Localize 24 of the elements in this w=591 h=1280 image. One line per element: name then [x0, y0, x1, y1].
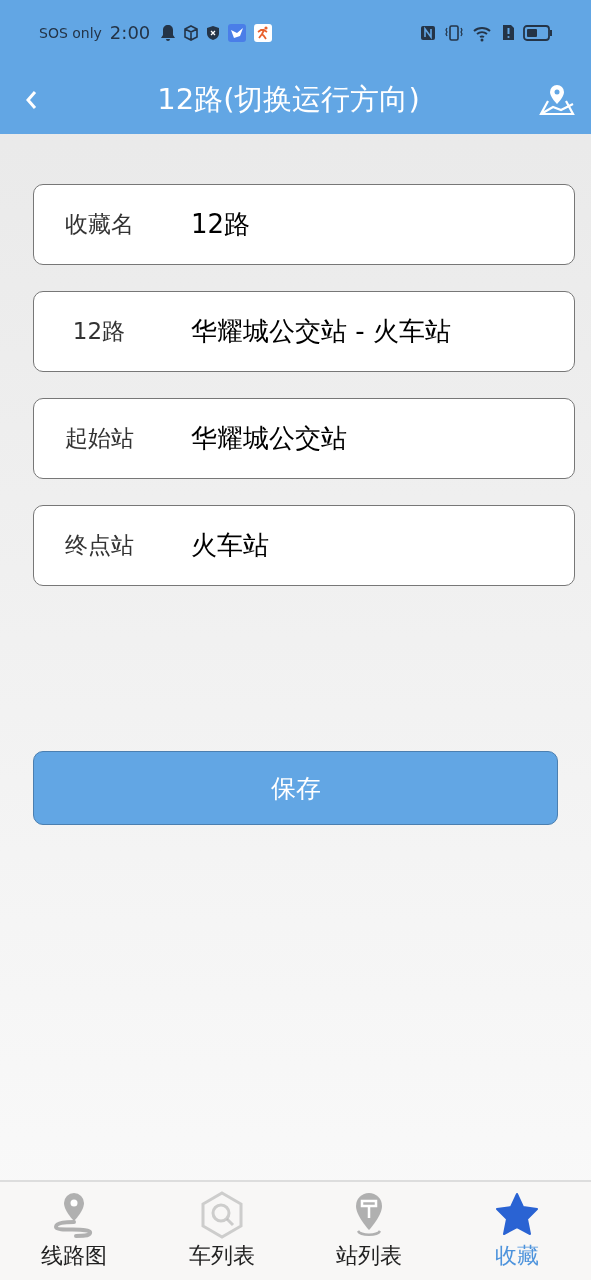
clock: 2:00 — [109, 22, 151, 43]
nfc-icon — [420, 24, 436, 41]
carrier-text: SOS only — [39, 24, 102, 41]
tab[interactable]: 站列表 — [295, 1182, 444, 1280]
field-label: 收藏名 — [63, 210, 135, 239]
bell-icon — [160, 23, 177, 42]
map-pin-icon — [539, 82, 575, 117]
shield-icon — [206, 24, 221, 41]
bird-app-icon — [228, 23, 247, 42]
field-label: 12路 — [71, 317, 127, 346]
field-value: 火车站 — [191, 529, 269, 562]
field-value: 华耀城公交站 — [191, 422, 347, 455]
field-label: 起始站 — [63, 424, 135, 453]
tab[interactable]: 线路图 — [0, 1182, 148, 1280]
runner-app-icon — [254, 23, 273, 42]
field-value: 华耀城公交站 - 火车站 — [191, 315, 451, 348]
vibrate-icon — [444, 23, 464, 42]
name-input[interactable]: 12路 — [191, 209, 491, 240]
cube-icon — [184, 24, 199, 41]
sim-alert-icon — [502, 24, 515, 41]
field-label: 终点站 — [63, 531, 135, 560]
tab[interactable]: 车列表 — [147, 1182, 296, 1280]
page-title: 12路(切换运行方向) — [157, 80, 420, 118]
battery-icon — [523, 24, 553, 41]
